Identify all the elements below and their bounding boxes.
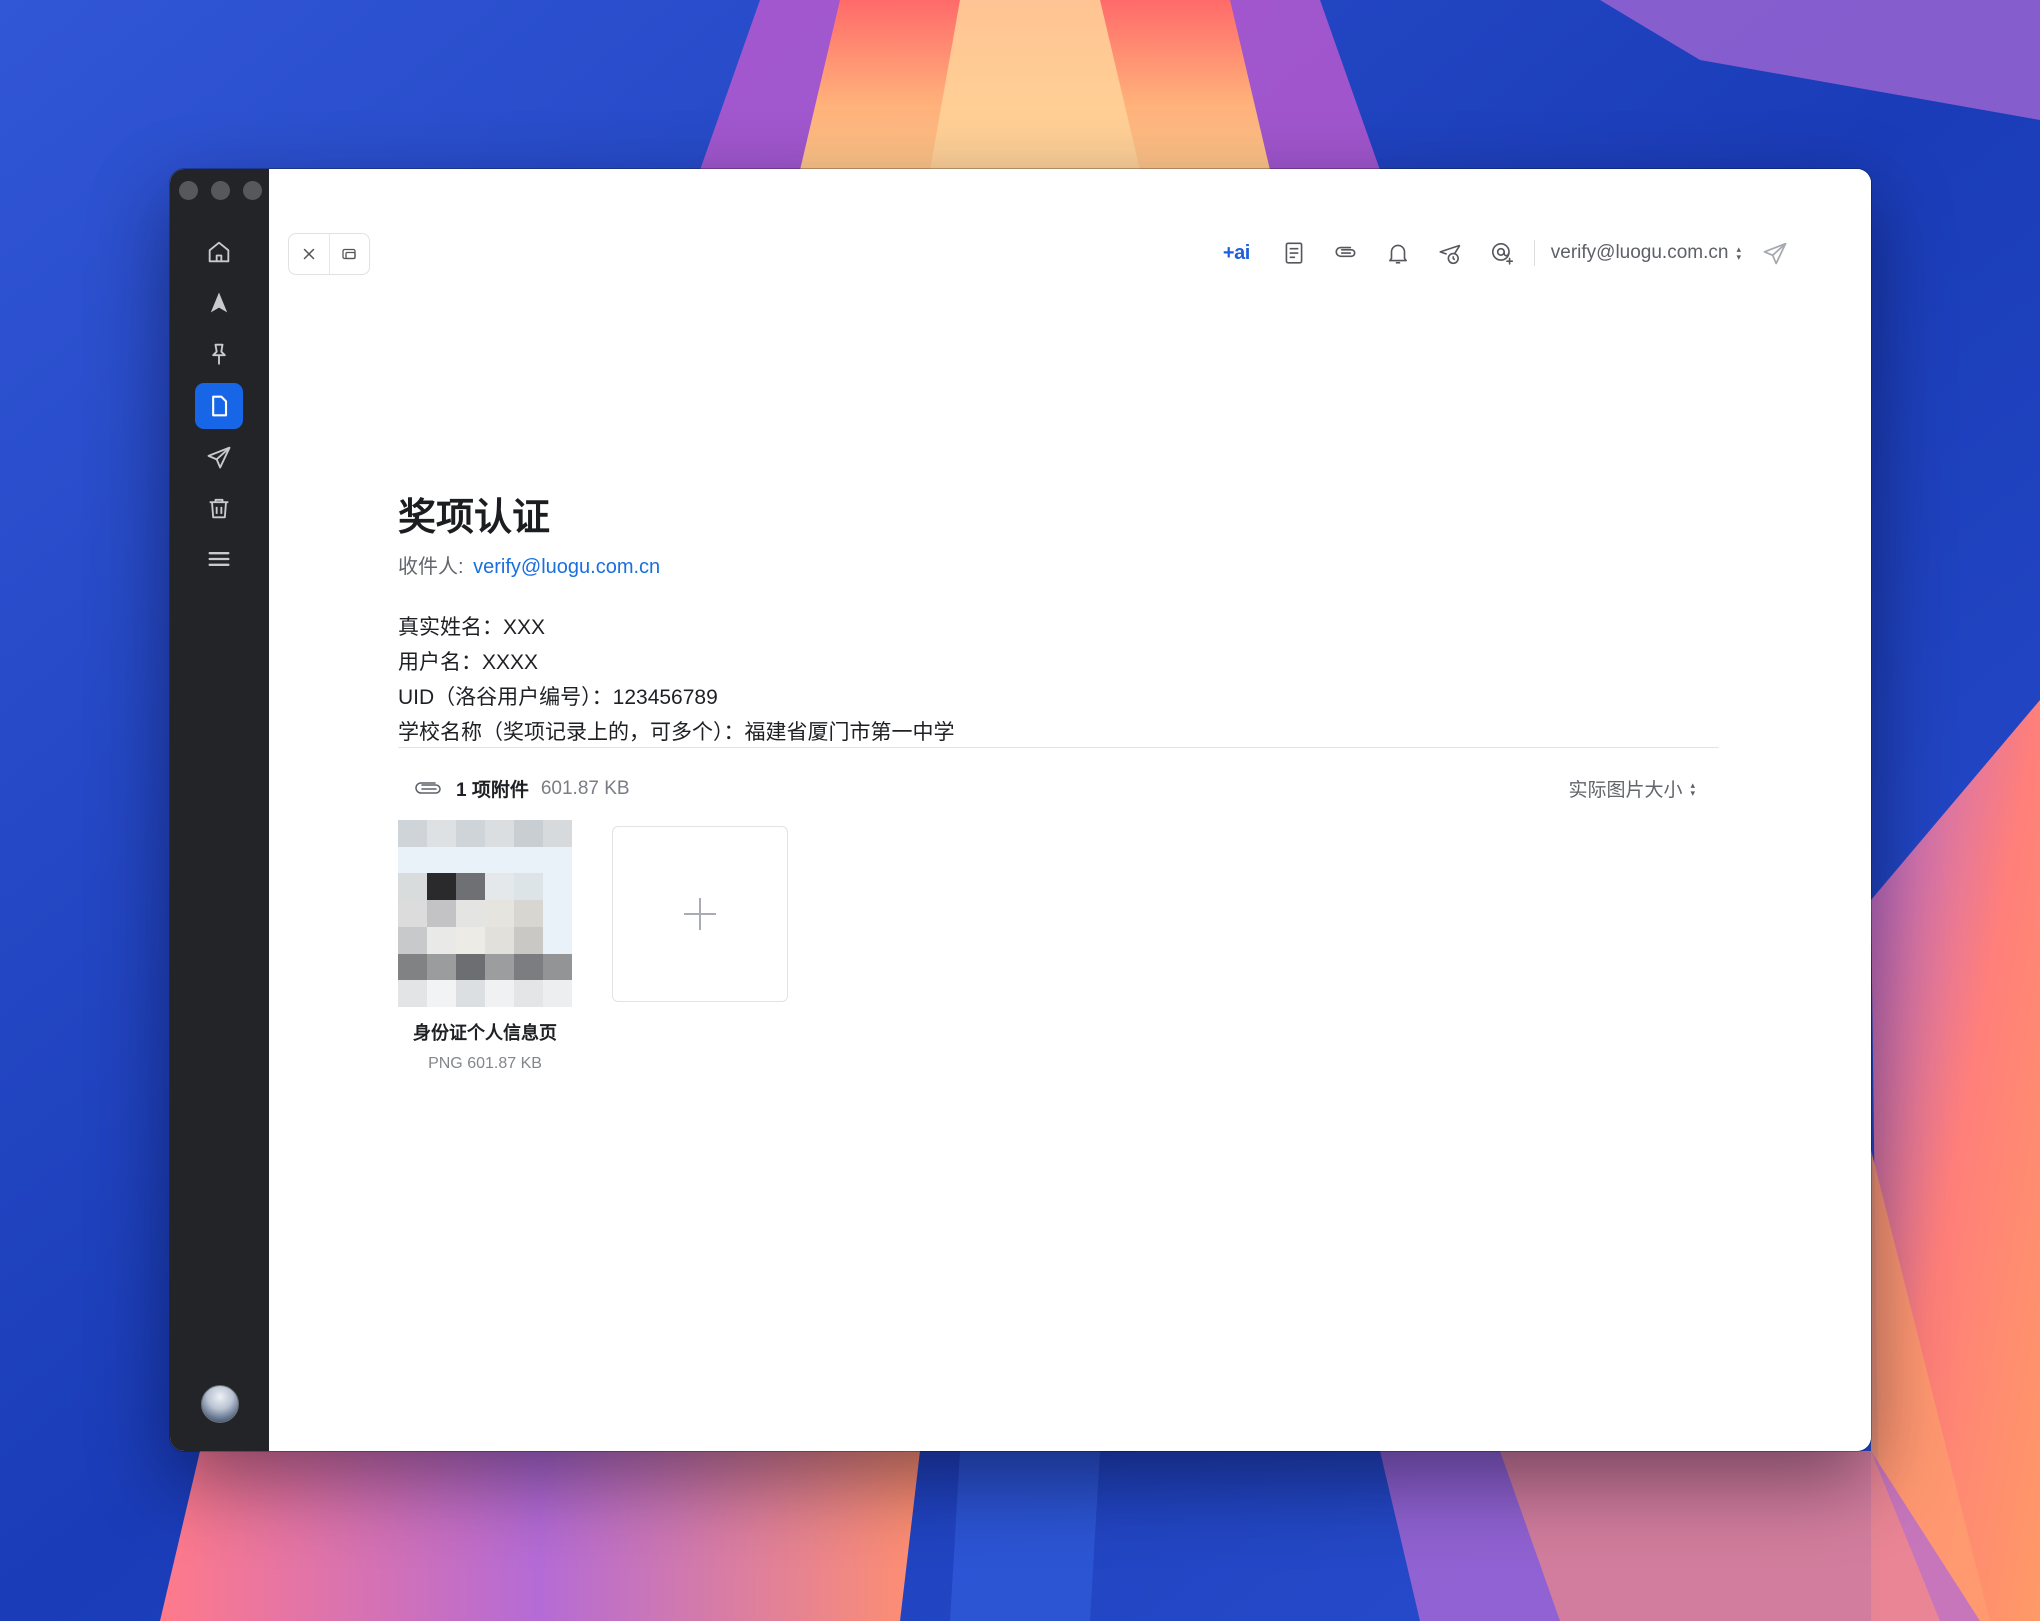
compose-toolbar: +ai verify@luogu.com.cn ▴ ▾ — [1223, 233, 1795, 273]
recipient-line[interactable]: 收件人: verify@luogu.com.cn — [398, 550, 660, 579]
compose-controls — [288, 233, 370, 275]
attach-button[interactable] — [1320, 233, 1372, 273]
sidebar-item-pinned[interactable] — [195, 331, 243, 377]
send-icon — [1763, 242, 1787, 265]
sidebar-item-menu[interactable] — [195, 536, 243, 582]
mention-icon — [1491, 242, 1513, 265]
close-icon — [303, 248, 314, 260]
attachment-total-size: 601.87 KB — [540, 777, 630, 799]
notes-button[interactable] — [1268, 233, 1320, 273]
sidebar — [170, 169, 269, 1451]
navigation-arrow-icon — [210, 292, 228, 313]
email-subject[interactable]: 奖项认证 — [398, 486, 550, 541]
body-line: 学校名称（奖项记录上的，可多个）：福建省厦门市第一中学 — [398, 721, 955, 744]
attachments-header: 1 项附件 601.87 KB — [414, 775, 630, 802]
compose-area: +ai verify@luogu.com.cn ▴ ▾ 奖项认证 收件人: ve… — [269, 169, 1871, 1451]
paperclip-icon — [1335, 246, 1356, 258]
plus-icon — [684, 898, 716, 930]
close-compose-button[interactable] — [289, 234, 330, 274]
account-label: verify@luogu.com.cn — [1550, 242, 1729, 263]
paper-plane-icon — [207, 446, 231, 469]
window-controls — [179, 181, 262, 200]
send-button[interactable] — [1755, 233, 1795, 273]
paperclip-icon — [415, 781, 441, 794]
popout-button[interactable] — [330, 234, 370, 274]
ai-button[interactable]: +ai — [1223, 242, 1250, 265]
add-attachment-button[interactable] — [612, 826, 788, 1002]
sidebar-item-trash[interactable] — [195, 485, 243, 531]
mention-button[interactable] — [1476, 233, 1528, 273]
reminder-button[interactable] — [1372, 233, 1424, 273]
attachment-item[interactable]: 身份证个人信息页 PNG 601.87 KB — [398, 820, 572, 1073]
account-selector[interactable]: verify@luogu.com.cn ▴ ▾ — [1551, 242, 1741, 264]
home-icon — [208, 241, 230, 263]
image-size-select[interactable]: 实际图片大小 ▴ ▾ — [1568, 775, 1695, 802]
body-divider — [398, 747, 1719, 748]
image-size-label: 实际图片大小 — [1568, 780, 1683, 801]
sidebar-item-sent[interactable] — [195, 434, 243, 480]
attachment-name: 身份证个人信息页 — [413, 1023, 557, 1043]
pin-icon — [212, 343, 226, 365]
attachment-count: 1 项附件 — [456, 780, 529, 801]
send-later-button[interactable] — [1424, 233, 1476, 273]
toolbar-divider — [1533, 240, 1535, 266]
document-icon — [212, 395, 228, 417]
email-body[interactable]: 真实姓名：XXX 用户名：XXXX UID（洛谷用户编号）：123456789 … — [398, 610, 955, 750]
notes-icon — [1285, 242, 1303, 264]
close-window-button[interactable] — [179, 181, 198, 200]
body-line: 用户名：XXXX — [398, 651, 539, 674]
send-later-icon — [1439, 244, 1461, 265]
updown-chevron-icon: ▴ ▾ — [1736, 244, 1741, 262]
attachment-thumbnail-pixelated — [398, 820, 572, 1007]
hamburger-menu-icon — [208, 552, 230, 566]
zoom-window-button[interactable] — [243, 181, 262, 200]
minimize-window-button[interactable] — [211, 181, 230, 200]
sidebar-item-drafts[interactable] — [195, 383, 243, 429]
recipient-address[interactable]: verify@luogu.com.cn — [473, 556, 660, 578]
attachment-meta: PNG 601.87 KB — [428, 1055, 542, 1072]
body-line: 真实姓名：XXX — [398, 616, 546, 639]
trash-icon — [209, 498, 229, 519]
recipient-label: 收件人: — [398, 556, 464, 578]
bell-icon — [1388, 244, 1407, 264]
sidebar-item-home[interactable] — [195, 229, 243, 275]
sidebar-item-navigate[interactable] — [195, 280, 243, 326]
popout-window-icon — [342, 248, 356, 260]
mail-window: +ai verify@luogu.com.cn ▴ ▾ 奖项认证 收件人: ve… — [170, 169, 1871, 1451]
updown-chevron-icon: ▴ ▾ — [1690, 779, 1695, 798]
body-line: UID（洛谷用户编号）：123456789 — [398, 686, 718, 709]
avatar[interactable] — [201, 1385, 239, 1423]
